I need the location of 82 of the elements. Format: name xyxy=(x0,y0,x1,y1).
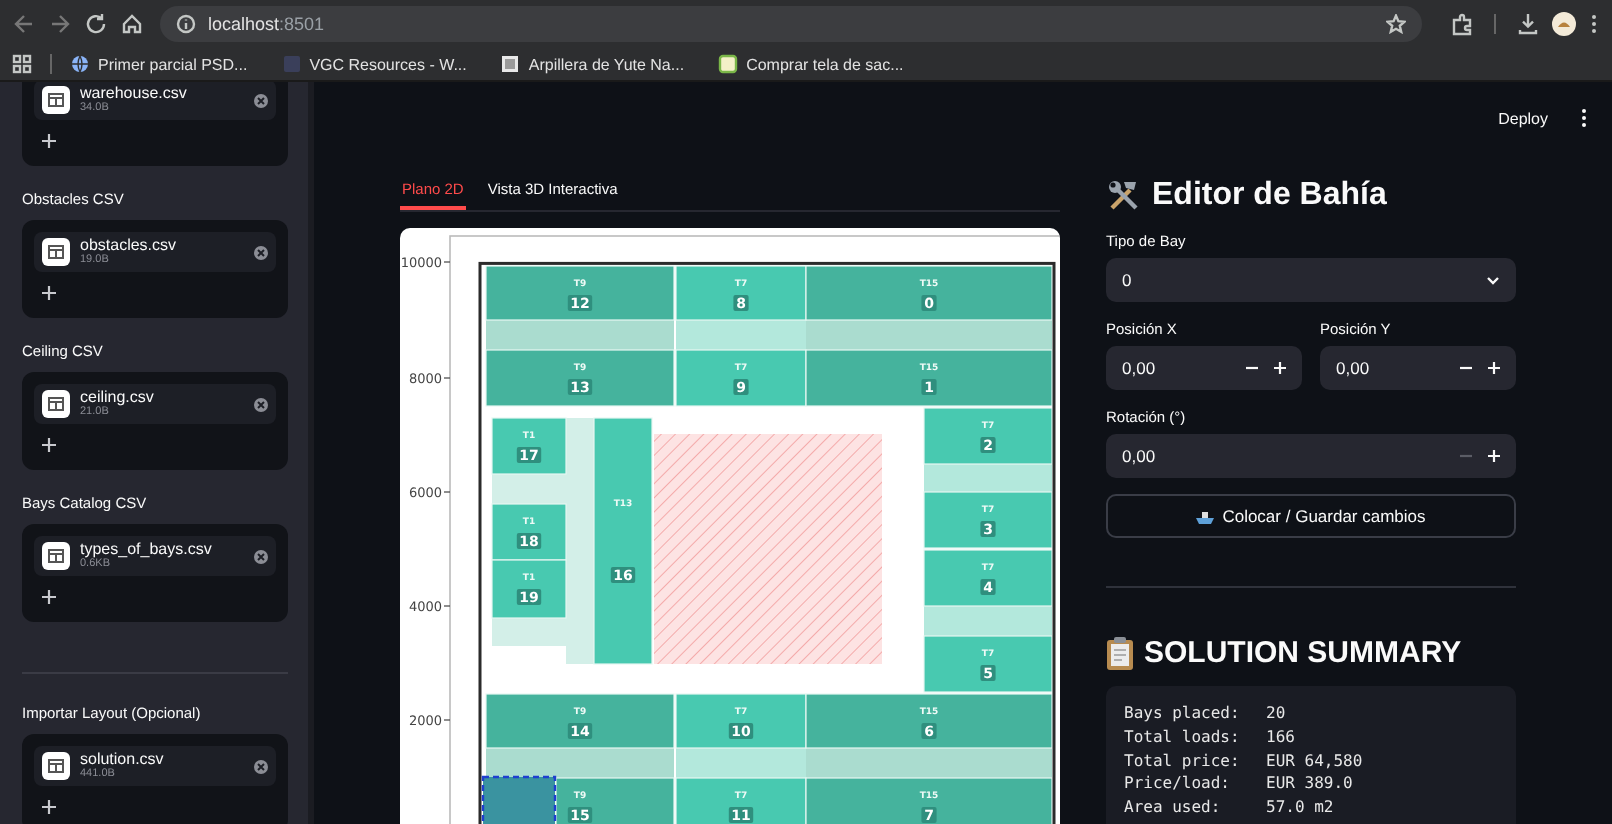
apps-grid-icon[interactable] xyxy=(12,54,32,74)
summary-label: Area used: xyxy=(1124,798,1223,817)
deploy-button[interactable]: Deploy xyxy=(1498,109,1548,127)
aisle-area xyxy=(924,464,1052,492)
file-name: solution.csv xyxy=(80,750,166,768)
bay-block[interactable] xyxy=(923,549,1053,607)
ship-icon xyxy=(1196,509,1215,523)
file-name: obstacles.csv xyxy=(80,236,179,254)
bay-block[interactable] xyxy=(485,693,675,749)
panel-title: Editor de Bahía xyxy=(1152,178,1387,214)
back-icon[interactable] xyxy=(12,12,36,36)
plus-icon[interactable] xyxy=(42,286,56,300)
file-name: warehouse.csv xyxy=(80,84,189,102)
page-icon xyxy=(281,54,302,74)
number-field[interactable]: 0,00 xyxy=(1320,346,1516,390)
save-button[interactable]: Colocar / Guardar cambios xyxy=(1106,494,1516,538)
summary-value: EUR 64,580 xyxy=(1266,751,1365,770)
clipboard-icon xyxy=(1106,635,1134,669)
section-title: SOLUTION SUMMARY xyxy=(1144,635,1462,669)
download-icon[interactable] xyxy=(1516,12,1540,36)
summary-value: EUR 389.0 xyxy=(1266,774,1355,793)
plus-icon[interactable] xyxy=(42,590,56,604)
aisle-area xyxy=(924,606,1052,636)
bay-block[interactable] xyxy=(675,349,807,407)
summary-label: Total loads: xyxy=(1124,728,1242,747)
file-table-icon xyxy=(42,390,70,418)
star-icon[interactable] xyxy=(1386,14,1406,34)
file-table-icon xyxy=(42,86,70,114)
bay-block[interactable] xyxy=(675,265,807,321)
minus-icon[interactable] xyxy=(1460,362,1472,374)
globe-icon xyxy=(70,54,90,74)
menu-icon[interactable] xyxy=(1588,12,1600,36)
home-icon[interactable] xyxy=(120,12,144,36)
close-icon[interactable] xyxy=(254,245,268,259)
bay-block[interactable] xyxy=(491,559,567,619)
bay-block[interactable] xyxy=(485,349,675,407)
extensions-icon[interactable] xyxy=(1450,12,1474,36)
address-bar[interactable]: localhost:8501 xyxy=(160,6,1422,42)
close-icon[interactable] xyxy=(254,397,268,411)
reload-icon[interactable] xyxy=(84,12,108,36)
file-table-icon xyxy=(42,542,70,570)
file-table-icon xyxy=(42,238,70,266)
image-icon xyxy=(500,54,521,74)
placement-preview[interactable] xyxy=(481,775,557,824)
kebab-menu-icon[interactable] xyxy=(1580,108,1588,128)
hammer-wrench-icon xyxy=(1106,178,1142,214)
bay-block[interactable] xyxy=(923,491,1053,549)
info-icon[interactable] xyxy=(176,14,196,34)
bay-block[interactable] xyxy=(675,693,807,749)
minus-icon[interactable] xyxy=(1246,362,1258,374)
bay-block[interactable] xyxy=(491,503,567,561)
bay-block[interactable] xyxy=(485,265,675,321)
close-icon[interactable] xyxy=(254,549,268,563)
bay-block[interactable] xyxy=(923,635,1053,693)
summary-value: 20 xyxy=(1266,704,1288,723)
bay-block[interactable] xyxy=(675,777,807,824)
summary-value: 57.0 m2 xyxy=(1266,798,1336,817)
select-field[interactable]: 0 xyxy=(1106,258,1516,302)
bookmark-icon xyxy=(718,54,739,74)
close-icon[interactable] xyxy=(254,759,268,773)
file-name: types_of_bays.csv xyxy=(80,540,214,558)
number-field[interactable]: 0,00 xyxy=(1106,346,1302,390)
bookmark[interactable]: Primer parcial PSD... xyxy=(70,54,248,74)
bay-block[interactable] xyxy=(491,417,567,475)
bay-block[interactable] xyxy=(555,777,675,824)
close-icon[interactable] xyxy=(254,93,268,107)
summary-label: Price/load: xyxy=(1124,774,1232,793)
plus-icon[interactable] xyxy=(42,134,56,148)
forward-icon[interactable] xyxy=(48,12,72,36)
bay-block[interactable] xyxy=(923,407,1053,465)
file-table-icon xyxy=(42,752,70,780)
bookmark[interactable]: Comprar tela de sac... xyxy=(718,54,904,74)
bookmark[interactable]: VGC Resources - W... xyxy=(281,54,467,74)
plus-icon[interactable] xyxy=(42,800,56,814)
chevron-down-icon xyxy=(1486,275,1500,285)
plus-icon[interactable] xyxy=(42,438,56,452)
summary-value: 166 xyxy=(1266,728,1297,747)
bookmark[interactable]: Arpillera de Yute Na... xyxy=(500,54,685,74)
summary-label: Total price: xyxy=(1124,751,1242,770)
avatar-icon[interactable] xyxy=(1552,12,1576,36)
file-name: ceiling.csv xyxy=(80,388,156,406)
summary-label: Bays placed: xyxy=(1124,704,1242,723)
